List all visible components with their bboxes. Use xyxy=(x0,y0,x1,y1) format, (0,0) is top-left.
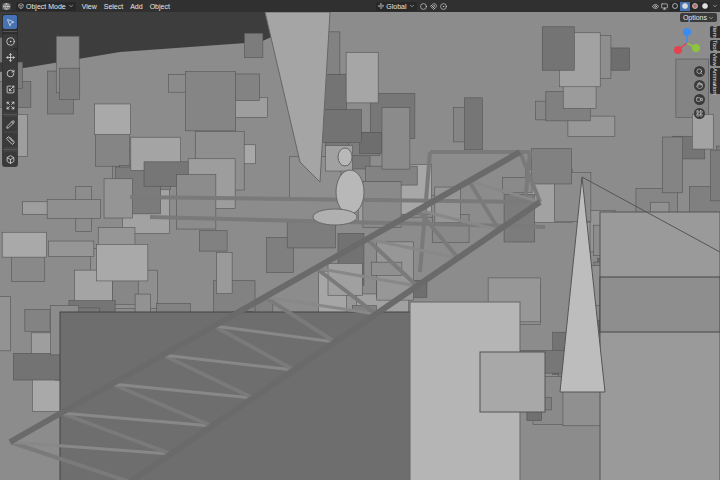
wireframe-sphere-icon xyxy=(672,3,678,9)
menu-item[interactable]: View xyxy=(81,3,98,10)
pan-icon xyxy=(696,82,703,89)
tool-button[interactable] xyxy=(3,15,17,29)
menu-item[interactable]: Select xyxy=(103,3,124,10)
rotate-icon xyxy=(6,69,15,78)
nav-button[interactable] xyxy=(694,66,705,77)
move-icon xyxy=(6,53,15,62)
dropdown-icon xyxy=(409,3,415,9)
tool-button[interactable] xyxy=(3,98,17,112)
tool-button[interactable] xyxy=(3,34,17,48)
visibility-icon[interactable] xyxy=(652,3,659,10)
blender-window: Object ModeViewSelectAddObjectGlobalOpti… xyxy=(0,0,720,480)
viewport-scene[interactable] xyxy=(0,12,720,480)
options-button[interactable]: Options xyxy=(680,13,717,22)
tool-button[interactable] xyxy=(3,133,17,147)
orientation-icon xyxy=(378,3,384,9)
tool-button[interactable] xyxy=(3,152,17,166)
add-cube-icon xyxy=(6,155,15,164)
zoom-icon xyxy=(696,68,703,75)
nav-button[interactable] xyxy=(694,108,705,119)
sidebar-tab[interactable]: Animation xyxy=(710,68,720,95)
solid-sphere-icon xyxy=(682,3,688,9)
orientation-dropdown[interactable]: Global xyxy=(376,2,416,11)
toolbar-separator xyxy=(3,149,17,150)
shading-dropdown-icon[interactable] xyxy=(712,3,718,9)
shading-button[interactable] xyxy=(700,2,710,11)
dropdown-icon xyxy=(708,15,714,21)
shading-button[interactable] xyxy=(670,2,680,11)
menu-item[interactable]: Add xyxy=(129,3,143,10)
toolbar-separator xyxy=(3,31,17,32)
navigation-buttons xyxy=(694,66,705,119)
mode-dropdown[interactable]: Object Mode xyxy=(16,2,76,11)
editor-type-button[interactable] xyxy=(2,3,11,10)
dropdown-icon xyxy=(68,3,74,9)
snap-icon[interactable] xyxy=(430,3,437,10)
shading-button[interactable] xyxy=(680,2,690,11)
tool-button[interactable] xyxy=(3,50,17,64)
toolbar-separator xyxy=(3,114,17,115)
navigation-gizmo[interactable] xyxy=(670,26,704,60)
shading-buttons xyxy=(670,2,710,11)
sidebar-tab[interactable]: Item xyxy=(710,26,720,38)
proportional-edit-icon[interactable] xyxy=(440,3,447,10)
tool-button[interactable] xyxy=(3,66,17,80)
select-icon xyxy=(6,18,15,27)
camera-icon xyxy=(696,96,703,103)
rendered-sphere-icon xyxy=(702,3,708,9)
sidebar-tabs: Item Tool View Animation xyxy=(710,26,720,94)
annotate-icon xyxy=(6,120,15,129)
sidebar-tab[interactable]: View xyxy=(710,53,720,66)
overlays-icon[interactable] xyxy=(661,3,668,10)
pivot-icon[interactable] xyxy=(420,3,427,10)
measure-icon xyxy=(6,136,15,145)
menu-item[interactable]: Object xyxy=(149,3,171,10)
ortho-icon xyxy=(696,110,703,117)
sidebar-tab[interactable]: Tool xyxy=(710,40,720,51)
nav-button[interactable] xyxy=(694,94,705,105)
object-mode-icon xyxy=(18,3,24,9)
toolbar xyxy=(2,14,18,167)
shading-button[interactable] xyxy=(690,2,700,11)
material-sphere-icon xyxy=(692,3,698,9)
tool-button[interactable] xyxy=(3,82,17,96)
viewport-header: Object Mode View Select Add Object Global xyxy=(0,0,720,12)
cursor-icon xyxy=(6,37,15,46)
editor-type-icon xyxy=(3,3,10,10)
tool-button[interactable] xyxy=(3,117,17,131)
scale-icon xyxy=(6,85,15,94)
transform-icon xyxy=(6,101,15,110)
viewport[interactable]: Options Item Tool View Animation xyxy=(0,12,720,480)
nav-button[interactable] xyxy=(694,80,705,91)
